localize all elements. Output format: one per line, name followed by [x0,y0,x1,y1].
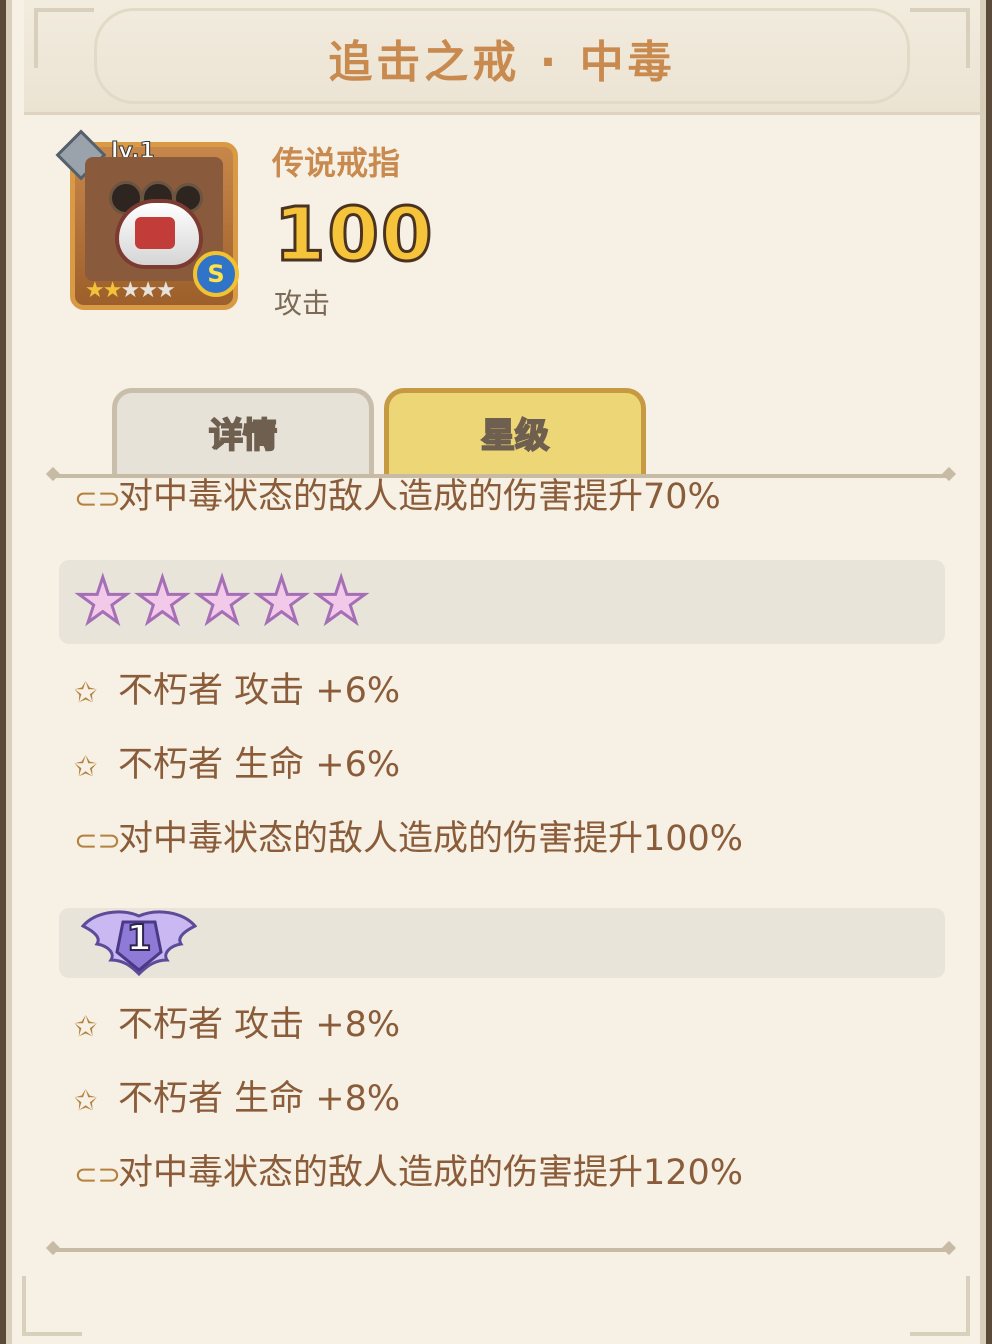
rainbow-star-icon: ★ [133,564,192,637]
title-bar: 追击之戒 · 中毒 [24,0,980,115]
tab-star-level[interactable]: 星级 [384,388,646,478]
star-icon: ✩ [74,676,98,709]
item-star-rating: ★★★★★ [85,278,176,303]
effect-line: ✩ 不朽者 生命 +6% [74,745,401,785]
star-icon: ✩ [74,750,98,783]
tab-details[interactable]: 详情 [112,388,374,478]
item-title: 追击之戒 · 中毒 [328,37,676,88]
rainbow-star-icon: ★ [312,564,371,637]
item-rarity: 传说戒指 [272,144,401,182]
star-icon: ✩ [74,1010,98,1043]
star-filled-icon: ★ [102,278,123,303]
rainbow-star-icon: ★ [193,564,252,637]
rainbow-star-icon: ★ [252,564,311,637]
divider-bottom [52,1248,950,1252]
effect-line: ⊂⊃对中毒状态的敌人造成的伤害提升120% [74,1153,744,1193]
star-icon: ✩ [74,1084,98,1117]
wing-badge: 1 [80,908,198,980]
effect-line: ⊂⊃对中毒状态的敌人造成的伤害提升100% [74,819,744,859]
star-empty-icon: ★ [155,278,176,303]
effect-line: ⊂⊃对中毒状态的敌人造成的伤害提升70% [74,477,721,517]
effect-line: ✩ 不朽者 攻击 +8% [74,1005,401,1045]
stat-value: 100 [272,191,435,280]
ring-icon: S [85,157,239,297]
item-detail-panel: 追击之戒 · 中毒 lv.1 S ★★★★★ 传说戒指 100 攻击 详情 星级… [6,0,986,1344]
star-filled-icon: ★ [85,278,105,303]
star-level-scroll-area[interactable]: ⊂⊃对中毒状态的敌人造成的伤害提升70% ★★★★★ ✩ 不朽者 攻击 +6% ✩… [24,476,980,1246]
item-icon-frame: lv.1 S ★★★★★ [55,129,239,310]
star-empty-icon: ★ [120,278,140,303]
wing-badge-number: 1 [125,917,152,960]
corner-ornament-icon [22,1276,82,1336]
grade-badge: S [193,251,239,297]
effect-line: ✩ 不朽者 攻击 +6% [74,671,401,711]
five-rainbow-stars: ★★★★★ [74,564,373,637]
corner-ornament-icon [910,1276,970,1336]
link-icon: ⊂⊃ [74,824,121,857]
stat-label: 攻击 [274,287,331,320]
rainbow-star-icon: ★ [74,564,133,637]
link-icon: ⊂⊃ [74,1158,121,1191]
effect-line: ✩ 不朽者 生命 +8% [74,1079,401,1119]
link-icon: ⊂⊃ [74,482,121,515]
tier-header-five-star: ★★★★★ [59,560,945,644]
star-empty-icon: ★ [138,278,158,303]
ring-gem [135,217,175,249]
tier-header-wing: 1 [59,908,945,978]
